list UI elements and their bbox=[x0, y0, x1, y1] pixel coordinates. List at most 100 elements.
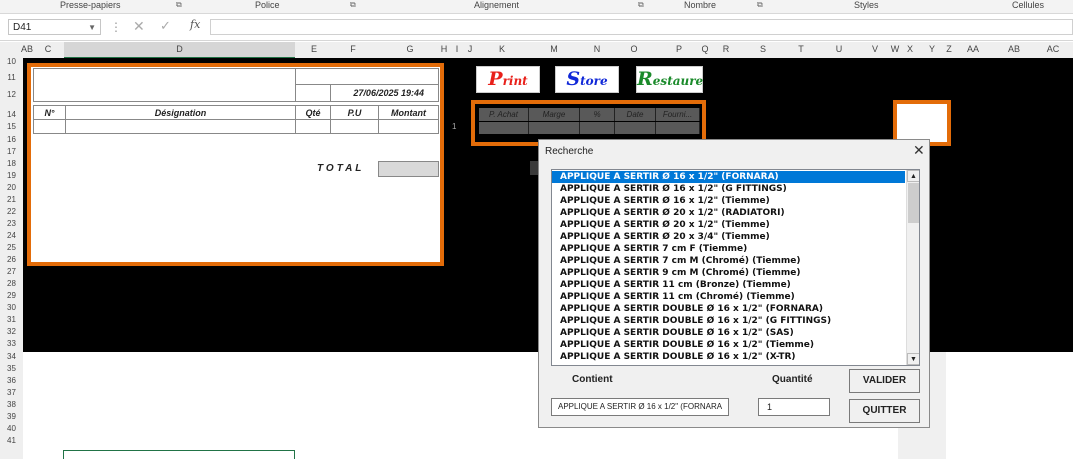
row-header[interactable]: 24 bbox=[0, 231, 23, 240]
quantite-input[interactable]: 1 bbox=[758, 398, 830, 416]
list-item[interactable]: APPLIQUE A SERTIR Ø 20 x 3/4" (Tiemme) bbox=[552, 231, 905, 243]
column-header[interactable]: P bbox=[658, 44, 700, 54]
column-header[interactable]: J bbox=[466, 44, 474, 54]
column-header[interactable]: AB bbox=[20, 44, 34, 54]
column-header[interactable]: N bbox=[584, 44, 610, 54]
name-box[interactable]: D41 ▼ bbox=[8, 19, 101, 35]
enter-check-icon[interactable]: ✓ bbox=[160, 18, 171, 34]
row-header[interactable]: 11 bbox=[0, 73, 23, 82]
list-item[interactable]: APPLIQUE A SERTIR 11 cm (Chromé) (Tiemme… bbox=[552, 291, 905, 303]
column-header[interactable]: G bbox=[380, 44, 440, 54]
list-item-selected[interactable]: APPLIQUE A SERTIR Ø 16 x 1/2" (FORNARA) bbox=[552, 171, 905, 183]
row-header[interactable]: 30 bbox=[0, 303, 23, 312]
column-header[interactable]: V bbox=[862, 44, 888, 54]
row-header[interactable]: 29 bbox=[0, 291, 23, 300]
row-header[interactable]: 40 bbox=[0, 424, 23, 433]
column-header[interactable]: M bbox=[532, 44, 576, 54]
header-cell[interactable] bbox=[295, 84, 331, 102]
font-launcher-icon[interactable]: ⧉ bbox=[350, 0, 356, 10]
restaure-button[interactable]: Restaure bbox=[636, 66, 703, 93]
row-header[interactable]: 33 bbox=[0, 339, 23, 348]
row-header[interactable]: 32 bbox=[0, 327, 23, 336]
row-header[interactable]: 23 bbox=[0, 219, 23, 228]
clipboard-launcher-icon[interactable]: ⧉ bbox=[176, 0, 182, 10]
cell-marge[interactable] bbox=[529, 122, 580, 134]
list-item[interactable]: APPLIQUE A SERTIR 9 cm M (Chromé) (Tiemm… bbox=[552, 267, 905, 279]
scrollbar-thumb[interactable] bbox=[908, 183, 919, 223]
contient-input[interactable]: APPLIQUE A SERTIR Ø 16 x 1/2" (FORNARA bbox=[551, 398, 729, 416]
list-item[interactable]: APPLIQUE A SERTIR DOUBLE Ø 16 x 1/2" (G … bbox=[552, 315, 905, 327]
column-header[interactable]: AB bbox=[998, 44, 1030, 54]
line-cell-no[interactable] bbox=[33, 119, 66, 134]
column-header[interactable]: H bbox=[440, 44, 448, 54]
row-header[interactable]: 36 bbox=[0, 376, 23, 385]
column-header-selected[interactable]: D bbox=[64, 42, 295, 59]
column-header[interactable]: O bbox=[618, 44, 650, 54]
row-header[interactable]: 20 bbox=[0, 183, 23, 192]
selected-cell-d41[interactable] bbox=[63, 450, 295, 459]
formula-input[interactable] bbox=[210, 19, 1073, 35]
scroll-up-icon[interactable]: ▲ bbox=[907, 170, 919, 182]
list-item[interactable]: APPLIQUE A SERTIR Ø 20 x 1/2" (Tiemme) bbox=[552, 219, 905, 231]
row-header[interactable]: 21 bbox=[0, 195, 23, 204]
list-item[interactable]: APPLIQUE A SERTIR 7 cm F (Tiemme) bbox=[552, 243, 905, 255]
list-item[interactable]: APPLIQUE A SERTIR Ø 16 x 1/2" (G FITTING… bbox=[552, 183, 905, 195]
close-icon[interactable]: ✕ bbox=[913, 142, 925, 159]
cell-percent[interactable] bbox=[580, 122, 615, 134]
row-header[interactable]: 34 bbox=[0, 352, 23, 361]
row-header[interactable]: 31 bbox=[0, 315, 23, 324]
listbox-scrollbar[interactable]: ▲ ▼ bbox=[906, 170, 919, 365]
row-header[interactable]: 16 bbox=[0, 135, 23, 144]
cell-fournisseur[interactable] bbox=[656, 122, 700, 134]
row-header[interactable]: 15 bbox=[0, 122, 23, 131]
row-header[interactable]: 22 bbox=[0, 207, 23, 216]
row-header[interactable]: 26 bbox=[0, 255, 23, 264]
line-cell-pu[interactable] bbox=[330, 119, 379, 134]
column-header[interactable]: W bbox=[890, 44, 900, 54]
header-cell[interactable] bbox=[295, 68, 439, 85]
row-header[interactable]: 37 bbox=[0, 388, 23, 397]
list-item[interactable]: APPLIQUE A SERTIR DOUBLE Ø 16 x 1/2" (Ti… bbox=[552, 339, 905, 351]
column-header[interactable]: AC bbox=[1038, 44, 1068, 54]
row-header[interactable]: 41 bbox=[0, 436, 23, 445]
list-item[interactable]: APPLIQUE A SERTIR 11 cm (Bronze) (Tiemme… bbox=[552, 279, 905, 291]
row-header[interactable]: 18 bbox=[0, 159, 23, 168]
product-listbox[interactable]: APPLIQUE A SERTIR Ø 16 x 1/2" (FORNARA) … bbox=[551, 169, 920, 366]
print-button[interactable]: Print bbox=[476, 66, 540, 93]
column-header[interactable]: S bbox=[746, 44, 780, 54]
quitter-button[interactable]: QUITTER bbox=[849, 399, 920, 423]
column-header[interactable]: C bbox=[40, 44, 56, 54]
column-header[interactable]: K bbox=[480, 44, 524, 54]
row-header[interactable]: 10 bbox=[0, 57, 23, 66]
column-header[interactable]: AA bbox=[958, 44, 988, 54]
list-item[interactable]: APPLIQUE A SERTIR Ø 20 x 1/2" (RADIATORI… bbox=[552, 207, 905, 219]
row-header[interactable]: 19 bbox=[0, 171, 23, 180]
row-header[interactable]: 38 bbox=[0, 400, 23, 409]
number-launcher-icon[interactable]: ⧉ bbox=[757, 0, 763, 10]
row-header[interactable]: 35 bbox=[0, 364, 23, 373]
column-header[interactable]: R bbox=[716, 44, 736, 54]
total-value-cell[interactable] bbox=[378, 161, 439, 177]
valider-button[interactable]: VALIDER bbox=[849, 369, 920, 393]
column-header[interactable]: X bbox=[902, 44, 918, 54]
scroll-down-icon[interactable]: ▼ bbox=[907, 353, 919, 365]
row-header[interactable]: 39 bbox=[0, 412, 23, 421]
cell-p-achat[interactable] bbox=[479, 122, 529, 134]
alignment-launcher-icon[interactable]: ⧉ bbox=[638, 0, 644, 10]
column-header[interactable]: Q bbox=[700, 44, 710, 54]
column-header[interactable]: Z bbox=[944, 44, 954, 54]
row-header[interactable]: 12 bbox=[0, 90, 23, 99]
column-header[interactable]: E bbox=[300, 44, 328, 54]
row-header[interactable]: 28 bbox=[0, 279, 23, 288]
store-button[interactable]: Store bbox=[555, 66, 619, 93]
list-item[interactable]: APPLIQUE A SERTIR DOUBLE Ø 16 x 1/2" (X-… bbox=[552, 351, 905, 363]
list-item[interactable]: APPLIQUE A SERTIR DOUBLE Ø 16 x 1/2" (SA… bbox=[552, 327, 905, 339]
row-header[interactable]: 27 bbox=[0, 267, 23, 276]
insert-function-icon[interactable]: fx bbox=[190, 18, 200, 31]
column-header[interactable]: F bbox=[332, 44, 374, 54]
column-header[interactable]: T bbox=[784, 44, 818, 54]
company-header-cell[interactable] bbox=[33, 68, 296, 102]
list-item[interactable]: APPLIQUE A SERTIR Ø 16 x 1/2" (Tiemme) bbox=[552, 195, 905, 207]
cell-date[interactable] bbox=[615, 122, 656, 134]
line-cell-designation[interactable] bbox=[65, 119, 296, 134]
